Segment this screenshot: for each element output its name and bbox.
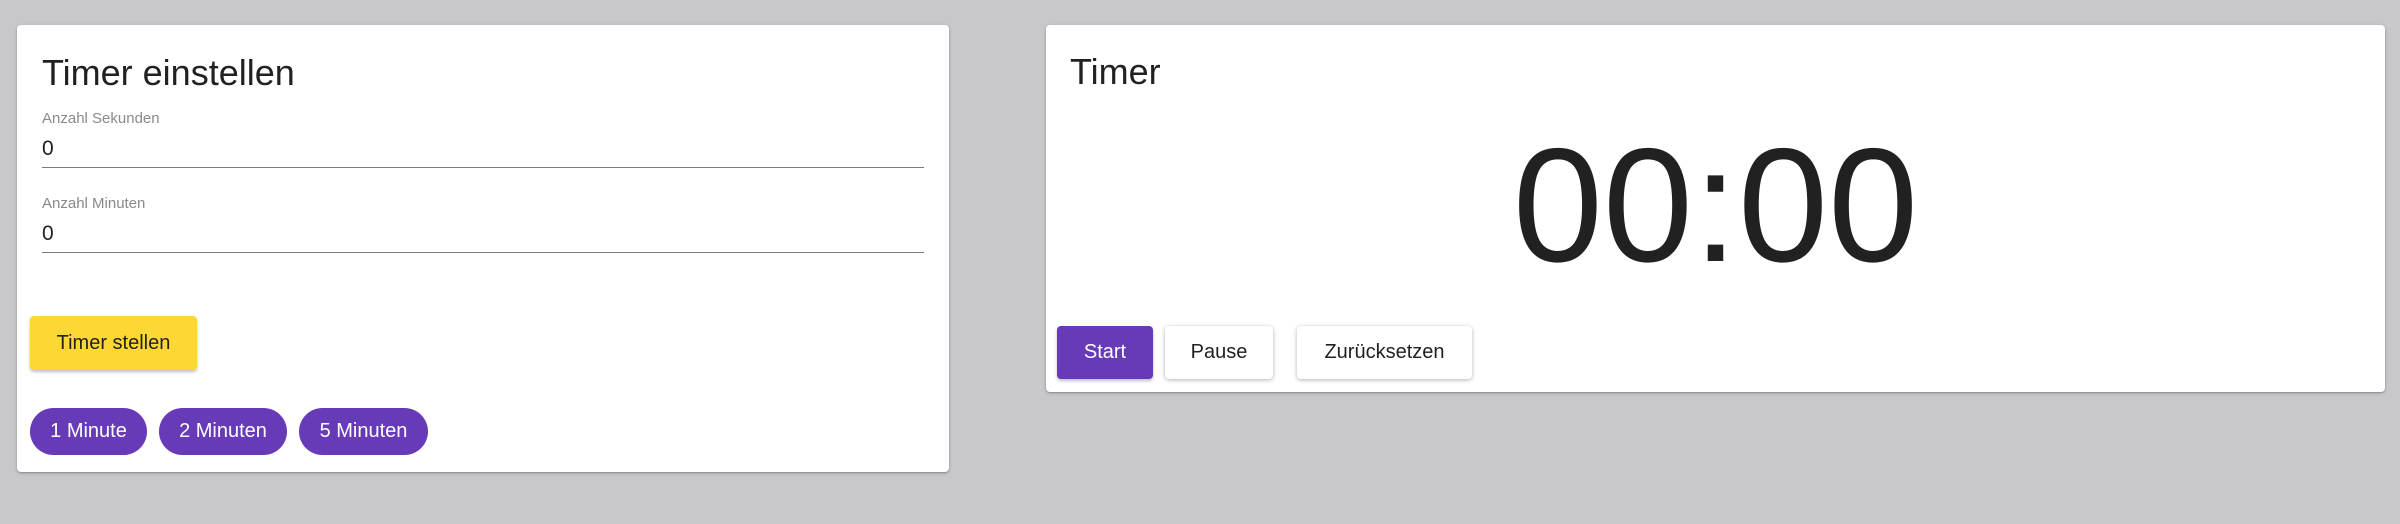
seconds-input[interactable] — [42, 131, 924, 168]
timer-card: Timer 00:00 Start Pause Zurücksetzen — [1046, 25, 2385, 392]
seconds-label: Anzahl Sekunden — [42, 110, 160, 127]
reset-button[interactable]: Zurücksetzen — [1297, 326, 1472, 379]
minutes-input[interactable] — [42, 216, 924, 253]
timer-settings-card: Timer einstellen Anzahl Sekunden Anzahl … — [17, 25, 949, 472]
timer-title: Timer — [1070, 51, 1161, 92]
minutes-label: Anzahl Minuten — [42, 195, 146, 212]
pause-button[interactable]: Pause — [1165, 326, 1273, 379]
seconds-field: Anzahl Sekunden — [42, 111, 924, 168]
set-timer-button[interactable]: Timer stellen — [30, 316, 197, 370]
timer-display: 00:00 — [1512, 115, 1919, 296]
minutes-field: Anzahl Minuten — [42, 196, 924, 253]
preset-1-minute-button[interactable]: 1 Minute — [30, 408, 147, 455]
settings-title: Timer einstellen — [42, 52, 295, 93]
preset-2-minutes-button[interactable]: 2 Minuten — [159, 408, 287, 455]
start-button[interactable]: Start — [1057, 326, 1153, 379]
preset-5-minutes-button[interactable]: 5 Minuten — [299, 408, 428, 455]
